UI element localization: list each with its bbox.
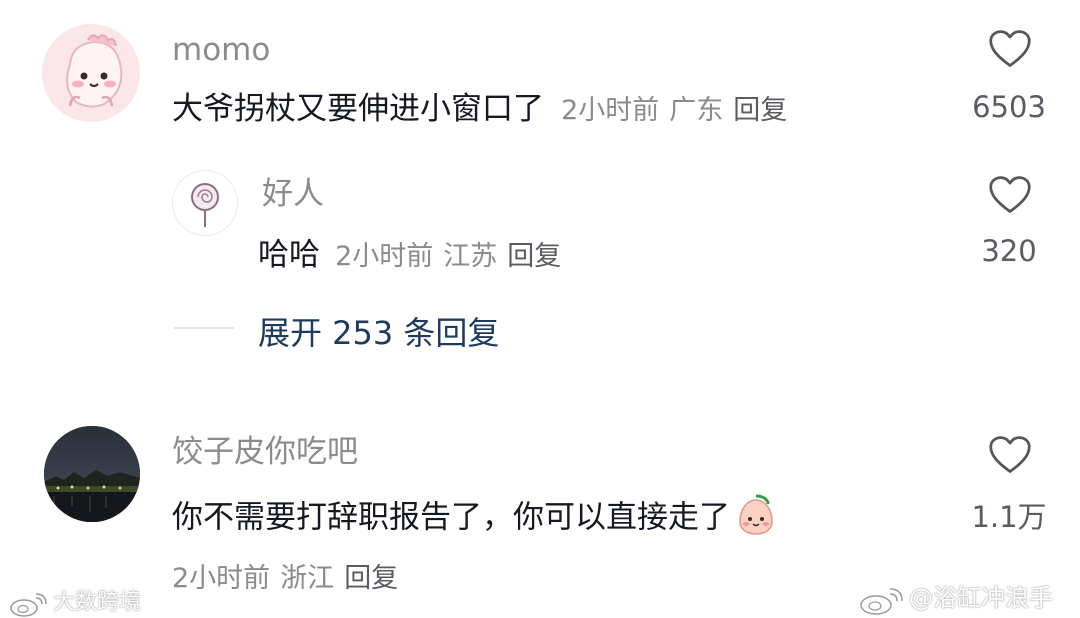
- night-city-avatar-icon: [44, 426, 140, 522]
- lollipop-avatar-icon: [191, 183, 219, 227]
- comment-meta: 2小时前 江苏 回复: [335, 241, 571, 272]
- comment-text: 你不需要打辞职报告了，你可以直接走了: [172, 492, 778, 546]
- expand-divider: [174, 327, 234, 329]
- heart-outline-icon: [989, 436, 1031, 473]
- reply-button[interactable]: 回复: [507, 241, 561, 272]
- like-count: 6503: [972, 90, 1046, 124]
- watermark-left: 大数跨境: [8, 584, 141, 618]
- comment-location: 江苏: [443, 241, 498, 272]
- comment-text: 哈哈: [258, 237, 320, 273]
- comment-meta: 2小时前 浙江 回复: [172, 556, 408, 595]
- like-count: 320: [981, 234, 1037, 268]
- weibo-logo-icon: [10, 592, 47, 617]
- comment-line: 哈哈 2小时前 江苏 回复: [258, 234, 571, 275]
- reply-button[interactable]: 回复: [344, 563, 398, 594]
- heart-outline-icon: [989, 176, 1031, 213]
- steamed-bun-emoji-icon: [734, 492, 778, 546]
- like-button[interactable]: [988, 434, 1032, 480]
- comment-username[interactable]: 饺子皮你吃吧: [172, 434, 358, 470]
- avatar[interactable]: [172, 170, 238, 236]
- comment-text: 大爷拐杖又要伸进小窗口了: [172, 91, 544, 127]
- comment-username[interactable]: momo: [172, 32, 270, 68]
- reply-button[interactable]: 回复: [733, 95, 787, 126]
- comment-text-content: 你不需要打辞职报告了，你可以直接走了: [172, 499, 730, 536]
- like-button[interactable]: [988, 174, 1032, 220]
- comment-location: 浙江: [280, 563, 335, 594]
- like-count: 1.1万: [971, 500, 1047, 534]
- comment-location: 广东: [669, 95, 724, 126]
- avatar[interactable]: [44, 426, 140, 522]
- weibo-logo-icon: [860, 587, 903, 615]
- comment-line: 大爷拐杖又要伸进小窗口了 2小时前 广东 回复: [172, 88, 797, 129]
- watermark-right: @浴缸冲浪手: [858, 578, 1053, 617]
- watermark-left-text: 大数跨境: [53, 590, 142, 615]
- comment-time: 2小时前: [335, 241, 434, 272]
- like-button[interactable]: [988, 28, 1032, 74]
- comment-meta: 2小时前 广东 回复: [561, 95, 797, 126]
- heart-outline-icon: [989, 30, 1031, 67]
- expand-replies-button[interactable]: 展开 253 条回复: [258, 308, 499, 354]
- avatar[interactable]: [42, 24, 140, 122]
- comment-time: 2小时前: [561, 95, 660, 126]
- comment-time: 2小时前: [172, 563, 271, 594]
- watermark-right-text: @浴缸冲浪手: [909, 584, 1054, 612]
- comment-username[interactable]: 好人: [262, 176, 324, 212]
- cartoon-dino-avatar-icon: [42, 24, 140, 122]
